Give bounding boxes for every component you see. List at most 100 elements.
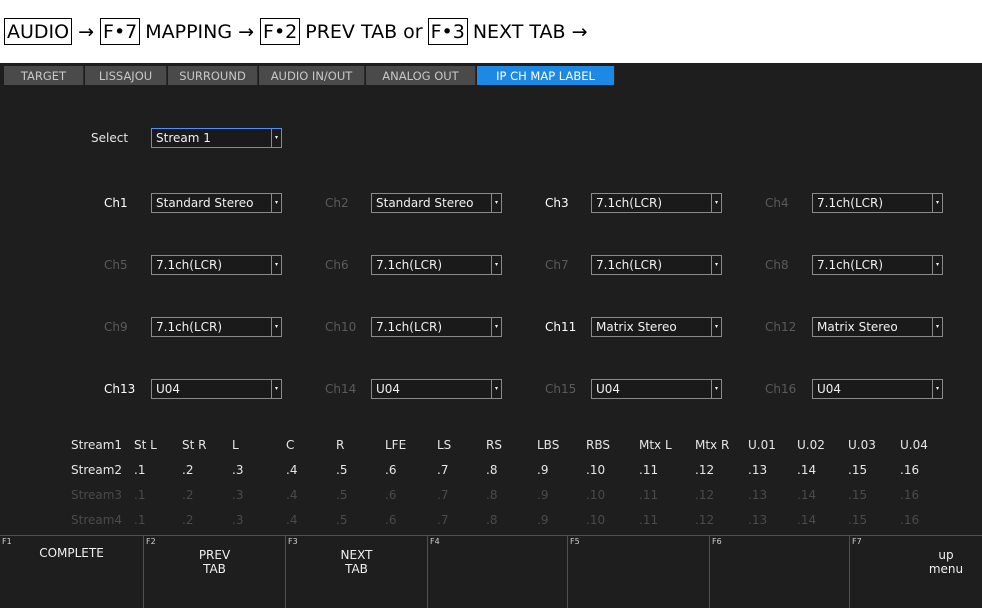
channel-select-14[interactable]: U04 ▾ (371, 379, 502, 399)
stream-table-cell: .1 (134, 488, 146, 502)
channel-select-value: Matrix Stereo (596, 320, 677, 334)
chevron-down-icon: ▾ (271, 129, 281, 147)
channel-label-11: Ch11 (545, 320, 577, 334)
channel-select-7[interactable]: 7.1ch(LCR) ▾ (591, 255, 722, 275)
stream-row-name: Stream3 (71, 488, 123, 502)
f5-number: F5 (570, 537, 580, 546)
stream-table-cell: .5 (336, 463, 348, 477)
f4-button[interactable]: F4 (428, 536, 568, 608)
channel-select-1[interactable]: Standard Stereo ▾ (151, 193, 282, 213)
f7-number: F7 (852, 537, 862, 546)
channel-select-6[interactable]: 7.1ch(LCR) ▾ (371, 255, 502, 275)
chevron-down-icon: ▾ (932, 318, 942, 336)
arrow-3: → (571, 20, 588, 43)
stream-row-name: Stream1 (71, 438, 123, 452)
channel-select-value: U04 (156, 382, 181, 396)
channel-select-12[interactable]: Matrix Stereo ▾ (812, 317, 943, 337)
chevron-down-icon: ▾ (491, 256, 501, 274)
stream-table-cell: .11 (639, 463, 659, 477)
f1-complete-button[interactable]: F1 COMPLETE (0, 536, 144, 608)
tab-ip-ch-map-label[interactable]: IP CH MAP LABEL (477, 66, 615, 85)
channel-select-value: U04 (376, 382, 401, 396)
channel-select-value: 7.1ch(LCR) (376, 320, 443, 334)
stream-table-cell: .1 (134, 513, 146, 527)
channel-select-3[interactable]: 7.1ch(LCR) ▾ (591, 193, 722, 213)
stream-table-cell: .15 (848, 463, 868, 477)
channel-label-4: Ch4 (765, 196, 789, 210)
chevron-down-icon: ▾ (491, 318, 501, 336)
stream-table-cell: .7 (437, 488, 449, 502)
tab-analog-out[interactable]: ANALOG OUT (366, 66, 476, 85)
f3-next-tab-button[interactable]: F3 NEXT TAB (286, 536, 428, 608)
stream-table-cell: .15 (848, 488, 868, 502)
stream-table-cell: .13 (748, 463, 768, 477)
arrow-2: → (238, 20, 255, 43)
stream-table-cell: LBS (537, 438, 560, 452)
chevron-down-icon: ▾ (932, 256, 942, 274)
f6-button[interactable]: F6 (710, 536, 850, 608)
stream-table-cell: .6 (385, 463, 397, 477)
f6-number: F6 (712, 537, 722, 546)
channel-select-5[interactable]: 7.1ch(LCR) ▾ (151, 255, 282, 275)
stream-table-cell: .9 (537, 488, 549, 502)
channel-label-13: Ch13 (104, 382, 136, 396)
channel-select-10[interactable]: 7.1ch(LCR) ▾ (371, 317, 502, 337)
tab-target[interactable]: TARGET (4, 66, 84, 85)
stream-table-cell: .10 (586, 513, 606, 527)
stream-table-cell: .16 (900, 488, 920, 502)
stream-table-cell: LS (437, 438, 452, 452)
stream-table-cell: .14 (797, 513, 817, 527)
f2-label: PREV TAB (198, 548, 231, 576)
stream-table-cell: .12 (695, 488, 715, 502)
stream-table-cell: .7 (437, 513, 449, 527)
channel-select-value: 7.1ch(LCR) (817, 258, 884, 272)
stream-table-cell: LFE (385, 438, 407, 452)
stream-table-cell: .6 (385, 488, 397, 502)
chevron-down-icon: ▾ (491, 380, 501, 398)
channel-select-16[interactable]: U04 ▾ (812, 379, 943, 399)
channel-select-15[interactable]: U04 ▾ (591, 379, 722, 399)
caption-next-tab: NEXT TAB (472, 20, 566, 43)
stream-table-cell: U.04 (900, 438, 928, 452)
stream-table-cell: .12 (695, 463, 715, 477)
procedure-caption: AUDIO → F•7 MAPPING → F•2 PREV TAB or F•… (0, 0, 982, 63)
f7-up-menu-button[interactable]: F7 up menu (850, 536, 982, 608)
tab-lissajou[interactable]: LISSAJOU (85, 66, 167, 85)
f2-prev-tab-button[interactable]: F2 PREV TAB (144, 536, 286, 608)
stream-select[interactable]: Stream 1 ▾ (151, 128, 282, 148)
chevron-down-icon: ▾ (711, 318, 721, 336)
stream-table-cell: C (286, 438, 295, 452)
channel-label-15: Ch15 (545, 382, 577, 396)
f5-button[interactable]: F5 (568, 536, 710, 608)
tab-surround[interactable]: SURROUND (168, 66, 258, 85)
channel-select-value: U04 (817, 382, 842, 396)
stream-table-cell: .4 (286, 488, 298, 502)
stream-table-cell: .3 (232, 488, 244, 502)
f1-number: F1 (2, 537, 12, 546)
chevron-down-icon: ▾ (711, 256, 721, 274)
chevron-down-icon: ▾ (711, 380, 721, 398)
stream-table-cell: .14 (797, 488, 817, 502)
stream-table-cell: L (232, 438, 239, 452)
channel-select-8[interactable]: 7.1ch(LCR) ▾ (812, 255, 943, 275)
channel-select-4[interactable]: 7.1ch(LCR) ▾ (812, 193, 943, 213)
channel-label-7: Ch7 (545, 258, 569, 272)
device-screen: TARGET LISSAJOU SURROUND AUDIO IN/OUT AN… (0, 63, 982, 608)
channel-select-13[interactable]: U04 ▾ (151, 379, 282, 399)
stream-table-cell: St R (182, 438, 207, 452)
f2-number: F2 (146, 537, 156, 546)
chevron-down-icon: ▾ (932, 194, 942, 212)
chevron-down-icon: ▾ (271, 256, 281, 274)
tab-audio-in-out[interactable]: AUDIO IN/OUT (259, 66, 365, 85)
chevron-down-icon: ▾ (271, 318, 281, 336)
channel-select-value: 7.1ch(LCR) (596, 258, 663, 272)
f3-label: NEXT TAB (340, 548, 373, 576)
channel-select-2[interactable]: Standard Stereo ▾ (371, 193, 502, 213)
stream-table-cell: .15 (848, 513, 868, 527)
stream-table-cell: .8 (486, 513, 498, 527)
chevron-down-icon: ▾ (491, 194, 501, 212)
channel-label-8: Ch8 (765, 258, 789, 272)
f3-number: F3 (288, 537, 298, 546)
channel-select-9[interactable]: 7.1ch(LCR) ▾ (151, 317, 282, 337)
channel-select-11[interactable]: Matrix Stereo ▾ (591, 317, 722, 337)
